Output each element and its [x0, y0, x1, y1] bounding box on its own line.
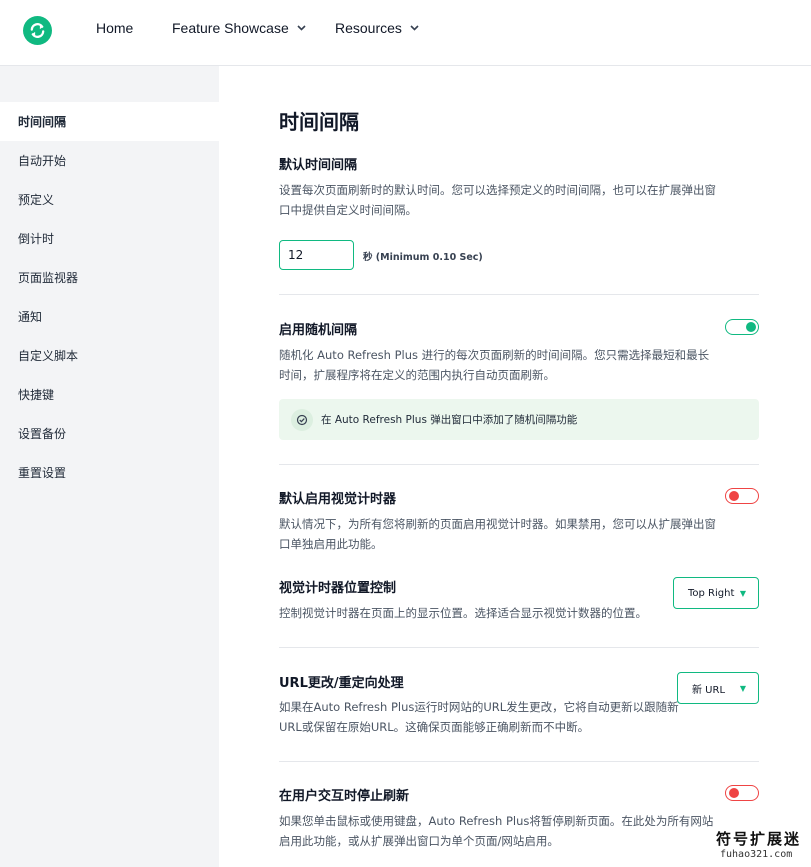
chevron-down-icon [297, 23, 306, 34]
notice-text: 在 Auto Refresh Plus 弹出窗口中添加了随机间隔功能 [321, 414, 578, 426]
caret-down-icon: ▼ [739, 683, 746, 693]
stop-on-interaction-title: 在用户交互时停止刷新 [279, 789, 410, 804]
divider [279, 761, 759, 762]
chevron-down-icon [410, 23, 419, 34]
nav-feature-showcase-label: Feature Showcase [172, 20, 289, 36]
watermark-text: 符号扩展迷 [716, 830, 802, 848]
sidebar-item-shortcuts[interactable]: 快捷键 [0, 375, 219, 414]
visual-timer-toggle[interactable] [725, 488, 759, 504]
interval-seconds-input[interactable]: 12 [279, 240, 354, 270]
sidebar-item-label: 页面监视器 [18, 271, 79, 285]
nav-home[interactable]: Home [96, 20, 133, 36]
sidebar-item-label: 快捷键 [18, 388, 55, 402]
sidebar-item-label: 倒计时 [18, 232, 55, 246]
toggle-knob [746, 322, 756, 332]
sidebar-item-label: 重置设置 [18, 466, 67, 480]
stop-on-interaction-desc: 如果您单击鼠标或使用键盘，Auto Refresh Plus将暂停刷新页面。在此… [279, 814, 714, 848]
sidebar-item-predefined[interactable]: 预定义 [0, 180, 219, 219]
timer-position-desc: 控制视觉计时器在页面上的显示位置。选择适合显示视觉计数器的位置。 [279, 606, 647, 620]
sidebar-item-label: 时间间隔 [18, 115, 67, 129]
divider [279, 464, 759, 465]
url-change-desc: 如果在Auto Refresh Plus运行时网站的URL发生更改，它将自动更新… [279, 700, 679, 734]
sidebar-item-interval[interactable]: 时间间隔 [0, 102, 219, 141]
divider [279, 647, 759, 648]
random-interval-desc: 随机化 Auto Refresh Plus 进行的每次页面刷新的时间间隔。您只需… [279, 348, 710, 382]
sidebar-item-custom-script[interactable]: 自定义脚本 [0, 336, 219, 375]
top-navigation-bar: Home Feature Showcase Resources [0, 0, 811, 66]
random-interval-notice: 在 Auto Refresh Plus 弹出窗口中添加了随机间隔功能 [279, 399, 759, 440]
sidebar-item-reset[interactable]: 重置设置 [0, 453, 219, 492]
nav-resources[interactable]: Resources [335, 20, 419, 36]
timer-position-select[interactable]: Top Right ▼ [673, 577, 759, 609]
random-interval-title: 启用随机间隔 [279, 323, 358, 338]
url-change-value: 新 URL [692, 684, 726, 696]
check-circle-icon [291, 408, 313, 431]
sidebar-item-backup[interactable]: 设置备份 [0, 414, 219, 453]
sidebar-item-auto-start[interactable]: 自动开始 [0, 141, 219, 180]
random-interval-toggle[interactable] [725, 319, 759, 335]
caret-down-icon: ▼ [739, 588, 746, 598]
sidebar-item-countdown[interactable]: 倒计时 [0, 219, 219, 258]
timer-position-title: 视觉计时器位置控制 [279, 581, 397, 596]
sidebar-item-label: 自动开始 [18, 154, 67, 168]
main-content: 时间间隔 默认时间间隔 设置每次页面刷新时的默认时间。您可以选择预定义的时间间隔… [219, 66, 811, 867]
toggle-knob [729, 491, 739, 501]
sidebar-item-notifications[interactable]: 通知 [0, 297, 219, 336]
sidebar-item-label: 自定义脚本 [18, 349, 79, 363]
page-title: 时间间隔 [279, 110, 359, 134]
nav-resources-label: Resources [335, 20, 402, 36]
url-change-select[interactable]: 新 URL ▼ [677, 672, 759, 704]
sidebar-item-label: 通知 [18, 310, 43, 324]
visual-timer-desc: 默认情况下，为所有您将刷新的页面启用视觉计时器。如果禁用，您可以从扩展弹出窗口单… [279, 517, 716, 551]
url-change-title: URL更改/重定向处理 [279, 676, 404, 691]
stop-on-interaction-toggle[interactable] [725, 785, 759, 801]
watermark-logo: 符号扩展迷 fuhao321.com [714, 828, 811, 867]
interval-unit-label: 秒 (Minimum 0.10 Sec) [363, 252, 483, 263]
nav-home-label: Home [96, 20, 134, 36]
sidebar-item-label: 预定义 [18, 193, 55, 207]
sidebar-item-page-monitor[interactable]: 页面监视器 [0, 258, 219, 297]
sidebar-item-label: 设置备份 [18, 427, 67, 441]
default-interval-title: 默认时间间隔 [279, 158, 358, 173]
divider [279, 294, 759, 295]
logo-refresh-icon[interactable] [23, 16, 52, 45]
visual-timer-title: 默认启用视觉计时器 [279, 492, 397, 507]
watermark-url: fuhao321.com [720, 849, 793, 860]
toggle-knob [729, 788, 739, 798]
timer-position-value: Top Right [688, 587, 735, 599]
sidebar: 时间间隔 自动开始 预定义 倒计时 页面监视器 通知 自定义脚本 快捷键 设置备… [0, 66, 219, 867]
nav-feature-showcase[interactable]: Feature Showcase [172, 20, 306, 36]
default-interval-desc: 设置每次页面刷新时的默认时间。您可以选择预定义的时间间隔，也可以在扩展弹出窗口中… [279, 183, 716, 217]
